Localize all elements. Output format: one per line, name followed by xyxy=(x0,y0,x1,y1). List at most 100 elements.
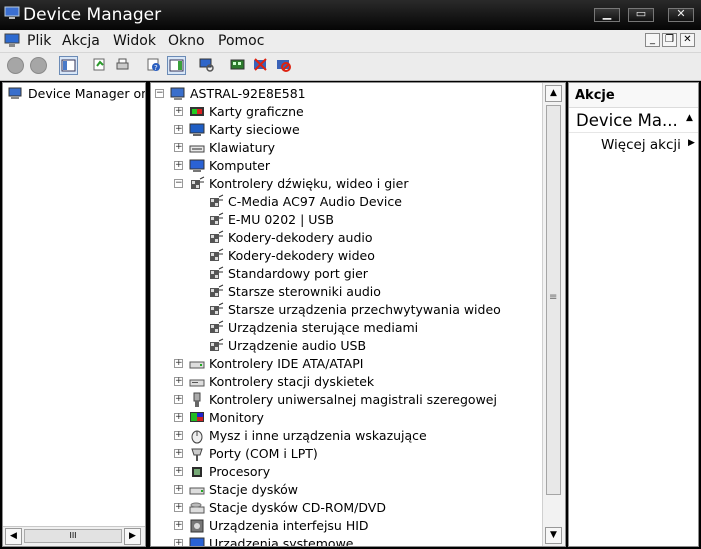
expand-icon[interactable]: + xyxy=(174,161,183,170)
action-section-header[interactable]: Device Ma... ▲ xyxy=(569,108,698,133)
left-arrow-icon: ◀ xyxy=(10,531,17,541)
forward-button[interactable] xyxy=(30,57,47,74)
maximize-button[interactable]: ▭ xyxy=(628,7,654,22)
expand-icon[interactable]: + xyxy=(174,125,183,134)
tree-item-label: Kontrolery dźwięku, wideo i gier xyxy=(209,176,409,191)
horizontal-scroll-thumb[interactable]: III xyxy=(24,529,122,543)
expand-icon[interactable]: + xyxy=(174,107,183,116)
menu-plik[interactable]: Plik xyxy=(27,33,51,49)
expand-icon[interactable]: + xyxy=(174,431,183,440)
monitor-icon xyxy=(190,412,204,422)
tree-item-label: Porty (COM i LPT) xyxy=(209,446,318,461)
tree-item-label: Monitory xyxy=(209,410,264,425)
more-actions-item[interactable]: Więcej akcji ▶ xyxy=(569,135,698,155)
tree-item-label: Kodery-dekodery audio xyxy=(228,230,373,245)
collapse-icon[interactable]: − xyxy=(155,89,164,98)
device-manager-app-icon xyxy=(4,6,20,19)
expand-icon[interactable]: + xyxy=(174,377,183,386)
menu-okno[interactable]: Okno xyxy=(168,33,205,49)
tree-item-label: Mysz i inne urządzenia wskazujące xyxy=(209,428,427,443)
sound-icon xyxy=(191,176,205,189)
scroll-left-button[interactable]: ◀ xyxy=(5,528,22,545)
expand-icon[interactable]: + xyxy=(174,467,183,476)
svg-text:?: ? xyxy=(154,64,158,72)
expand-icon[interactable]: + xyxy=(174,449,183,458)
maximize-icon: ▭ xyxy=(635,7,647,20)
action-section-label: Device Ma... xyxy=(576,111,678,130)
back-button[interactable] xyxy=(7,57,24,74)
sound-icon xyxy=(210,248,224,261)
menu-akcja[interactable]: Akcja xyxy=(62,33,100,49)
tree-item-label: Procesory xyxy=(209,464,271,479)
child-close-button[interactable]: ✕ xyxy=(680,33,695,47)
tree-item-label: Urządzenia systemowe xyxy=(209,536,354,547)
vertical-scroll-thumb[interactable]: ≡ xyxy=(546,105,561,495)
collapse-section-icon[interactable]: ▲ xyxy=(686,113,693,123)
sound-icon xyxy=(210,266,224,279)
console-tree-root-label: Device Manager on l xyxy=(28,86,146,101)
submenu-arrow-icon: ▶ xyxy=(688,138,695,148)
tree-item-label: C-Media AC97 Audio Device xyxy=(228,194,402,209)
sound-icon xyxy=(210,302,224,315)
help-button[interactable]: ? xyxy=(145,56,164,75)
sound-icon xyxy=(210,212,224,225)
expand-icon[interactable]: + xyxy=(174,539,183,546)
expand-icon[interactable]: + xyxy=(174,359,183,368)
uninstall-icon xyxy=(254,58,267,71)
disable-device-button[interactable] xyxy=(275,56,294,75)
close-button[interactable]: ✕ xyxy=(668,7,694,22)
tree-item-label: Starsze urządzenia przechwytywania wideo xyxy=(228,302,501,317)
actions-header: Akcje xyxy=(569,83,698,108)
tree-item-label: Karty sieciowe xyxy=(209,122,300,137)
action-pane: Akcje Device Ma... ▲ Więcej akcji ▶ xyxy=(568,82,699,547)
child-restore-button[interactable]: ❐ xyxy=(662,33,677,47)
expand-icon[interactable]: + xyxy=(174,143,183,152)
scroll-right-button[interactable]: ▶ xyxy=(124,528,141,545)
expand-icon[interactable]: + xyxy=(174,413,183,422)
show-hide-action-pane-button[interactable] xyxy=(167,56,186,75)
device-manager-icon xyxy=(8,87,22,99)
menu-pomoc[interactable]: Pomoc xyxy=(218,33,264,49)
tree-item-label: Starsze sterowniki audio xyxy=(228,284,381,299)
up-arrow-icon: ▲ xyxy=(550,88,557,98)
sound-icon xyxy=(210,338,224,351)
collapse-icon[interactable]: − xyxy=(174,179,183,188)
expand-icon[interactable]: + xyxy=(174,503,183,512)
expand-icon[interactable]: + xyxy=(174,485,183,494)
display-adapter-icon xyxy=(190,107,204,116)
tree-item-label: Urządzenie audio USB xyxy=(228,338,367,353)
toolbar: ? xyxy=(0,53,701,81)
update-driver-button[interactable] xyxy=(229,56,248,75)
network-adapter-icon xyxy=(189,123,205,136)
action-pane-icon xyxy=(169,59,184,72)
update-driver-icon xyxy=(230,59,245,70)
scan-hardware-button[interactable] xyxy=(198,56,217,75)
tree-item-label: Kontrolery stacji dyskietek xyxy=(209,374,375,389)
menu-widok[interactable]: Widok xyxy=(113,33,156,49)
refresh-button[interactable] xyxy=(91,56,110,75)
minimize-button[interactable]: ▁ xyxy=(594,7,620,22)
grip-icon: ≡ xyxy=(549,292,558,303)
title-bar[interactable]: Device Manager ▁ ▭ ✕ xyxy=(0,0,701,30)
device-tree-pane[interactable]: − ASTRAL-92E8E581 + Karty graficzne + Karty… xyxy=(150,82,566,547)
scroll-up-button[interactable]: ▲ xyxy=(545,85,562,102)
console-tree-icon xyxy=(61,59,76,72)
scroll-down-button[interactable]: ▼ xyxy=(545,527,562,544)
expand-icon[interactable]: + xyxy=(174,521,183,530)
help-icon: ? xyxy=(147,58,160,72)
child-minimize-button[interactable]: _ xyxy=(645,33,660,47)
close-icon: ✕ xyxy=(683,34,692,45)
console-tree-pane[interactable]: Device Manager on l ◀ III ▶ xyxy=(2,82,146,547)
restore-icon: ❐ xyxy=(665,34,674,45)
sound-icon xyxy=(210,284,224,297)
tree-item-label: Kodery-dekodery wideo xyxy=(228,248,375,263)
console-tree-horizontal-scrollbar[interactable]: ◀ III ▶ xyxy=(3,526,145,546)
uninstall-button[interactable] xyxy=(252,56,271,75)
expand-icon[interactable]: + xyxy=(174,395,183,404)
device-tree-vertical-scrollbar[interactable]: ▲ ≡ ▼ xyxy=(542,83,565,546)
usb-icon xyxy=(193,392,201,407)
print-button[interactable] xyxy=(114,56,133,75)
mmc-console-icon[interactable] xyxy=(4,33,20,48)
right-arrow-icon: ▶ xyxy=(129,531,136,541)
show-hide-console-tree-button[interactable] xyxy=(59,56,78,75)
